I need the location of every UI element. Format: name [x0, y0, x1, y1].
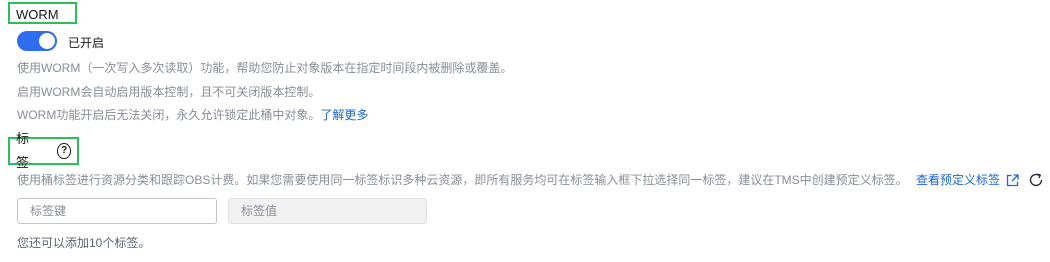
worm-toggle[interactable]: [17, 31, 57, 51]
tags-description: 使用桶标签进行资源分类和跟踪OBS计费。如果您需要使用同一标签标识多种云资源，即…: [17, 173, 908, 187]
refresh-icon[interactable]: [1028, 172, 1044, 188]
worm-description-1: 使用WORM（一次写入多次读取）功能，帮助您防止对象版本在指定时间段内被删除或覆…: [17, 61, 513, 75]
learn-more-link[interactable]: 了解更多: [320, 108, 368, 122]
worm-toggle-label: 已开启: [68, 36, 105, 50]
tags-title: 标签: [16, 131, 30, 170]
worm-section-title: WORM: [8, 2, 77, 24]
external-link-icon[interactable]: [1006, 173, 1019, 187]
worm-title: WORM: [16, 7, 59, 22]
worm-description-3-row: WORM功能开启后无法关闭，永久允许锁定此桶中对象。了解更多: [17, 107, 368, 123]
tag-key-input[interactable]: [17, 198, 217, 224]
tags-section-title: 标签 ?: [8, 131, 79, 170]
tags-remaining-hint: 您还可以添加10个标签。: [17, 236, 151, 250]
view-predefined-tags-row: 查看预定义标签: [916, 172, 1019, 188]
worm-description-3: WORM功能开启后无法关闭，永久允许锁定此桶中对象。: [17, 108, 321, 122]
view-predefined-tags-link[interactable]: 查看预定义标签: [916, 172, 1000, 188]
question-circle-icon[interactable]: ?: [57, 143, 71, 159]
tag-value-input[interactable]: [228, 198, 427, 224]
toggle-knob: [39, 33, 55, 49]
worm-description-2: 启用WORM会自动启用版本控制，且不可关闭版本控制。: [17, 85, 321, 99]
